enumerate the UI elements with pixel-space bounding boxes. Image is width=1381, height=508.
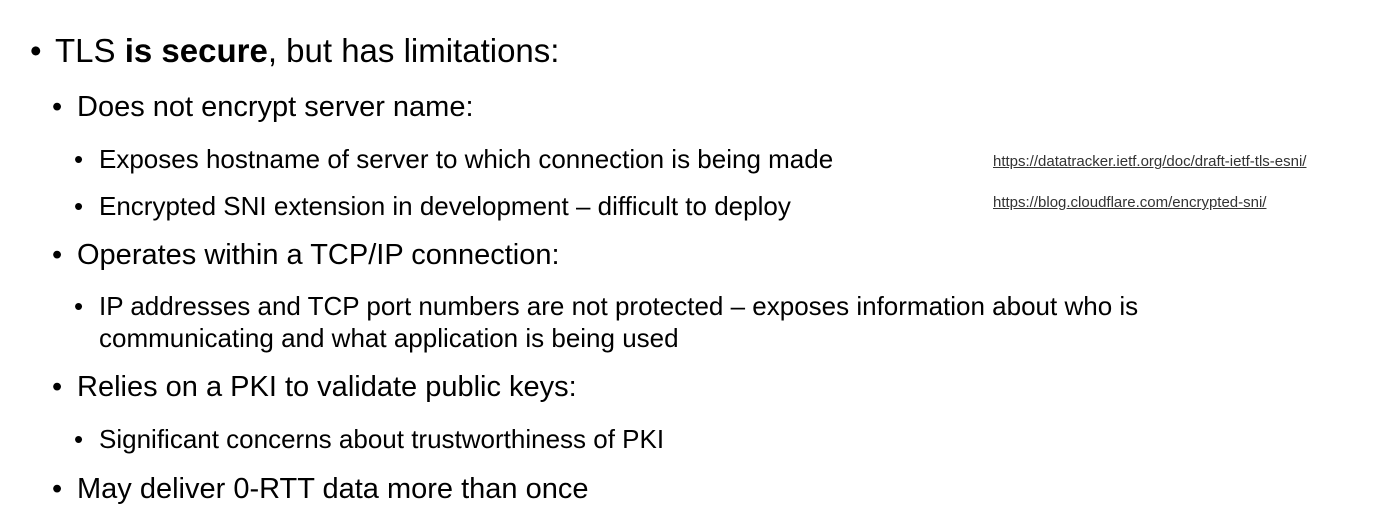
- bullet-text: May deliver 0-RTT data more than once: [77, 473, 589, 505]
- bullet-text: Does not encrypt server name:: [77, 91, 474, 123]
- bullet-icon: •: [52, 473, 63, 505]
- bullet-icon: •: [74, 144, 84, 174]
- bullet-text: Encrypted SNI extension in development –…: [99, 191, 791, 221]
- bullet-text: Significant concerns about trustworthine…: [99, 424, 665, 454]
- bullet-icon: •: [52, 239, 63, 271]
- bullet-text-line-1: IP addresses and TCP port numbers are no…: [99, 291, 1139, 321]
- bullet-text: TLS is secure, but has limitations:: [55, 32, 560, 69]
- bullet-text: Relies on a PKI to validate public keys:: [77, 371, 577, 403]
- esni-draft-link[interactable]: https://datatracker.ietf.org/doc/draft-i…: [993, 153, 1306, 171]
- bullet-icon: •: [74, 191, 84, 221]
- bullet-text-line-2: communicating and what application is be…: [99, 323, 679, 353]
- emphasis-text: is secure: [124, 32, 268, 69]
- bullet-icon: •: [52, 371, 63, 403]
- cloudflare-esni-link[interactable]: https://blog.cloudflare.com/encrypted-sn…: [993, 194, 1266, 212]
- bullet-icon: •: [30, 32, 42, 69]
- bullet-icon: •: [74, 291, 84, 321]
- bullet-text: Operates within a TCP/IP connection:: [77, 239, 560, 271]
- bullet-icon: •: [74, 424, 84, 454]
- bullet-icon: •: [52, 91, 63, 123]
- bullet-text: Exposes hostname of server to which conn…: [99, 144, 834, 174]
